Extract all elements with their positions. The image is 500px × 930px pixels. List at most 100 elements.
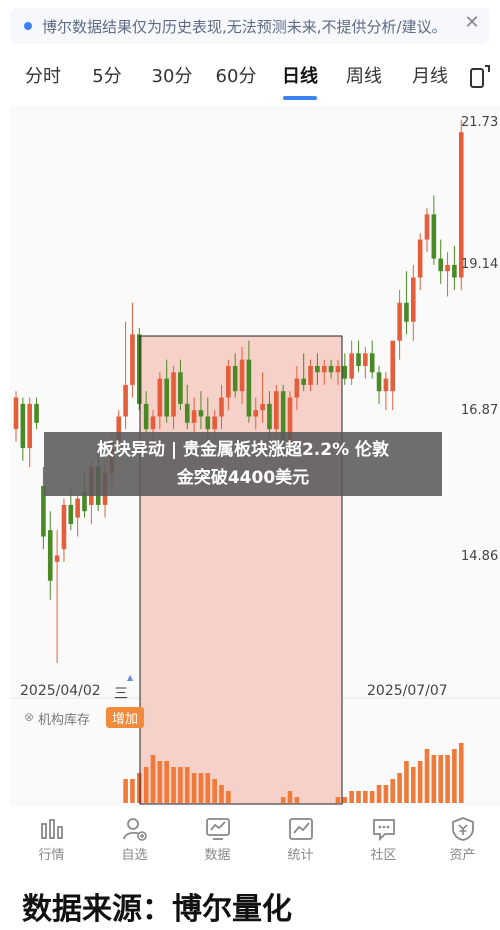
volume-bar xyxy=(363,791,368,803)
volume-bar xyxy=(164,761,169,803)
candle-body xyxy=(397,302,402,341)
nav-statistics[interactable]: 统计 xyxy=(259,808,342,870)
volume-bar xyxy=(356,791,361,803)
data-source: 数据来源：博尔量化 xyxy=(22,892,292,927)
volume-bar xyxy=(212,779,217,803)
candle-body xyxy=(438,258,443,272)
candle-body xyxy=(137,334,142,404)
candle-body xyxy=(328,365,334,373)
volume-bar xyxy=(123,779,128,803)
volume-bar xyxy=(226,791,231,803)
candle-body xyxy=(301,378,306,385)
tab-weekly[interactable]: 周线 xyxy=(338,62,390,96)
tab-daily[interactable]: 日线 xyxy=(276,62,324,96)
candle-body xyxy=(308,365,313,385)
tab-30min[interactable]: 30分 xyxy=(144,62,200,96)
price-tick: 19.14 xyxy=(461,257,499,272)
volume-bar xyxy=(458,743,464,803)
volume-bar xyxy=(137,773,142,803)
volume-bar xyxy=(369,791,375,803)
candle-body xyxy=(54,555,60,562)
candle-body xyxy=(356,353,361,366)
tab-monthly[interactable]: 月线 xyxy=(404,62,456,96)
volume-bar xyxy=(178,767,183,803)
candle-body xyxy=(239,359,245,392)
volume-bar xyxy=(280,797,286,803)
candle-body xyxy=(294,378,300,398)
candle-body xyxy=(27,403,32,449)
volume-bar xyxy=(342,797,348,803)
volume-bar xyxy=(150,755,156,803)
nav-label: 数据 xyxy=(204,848,231,863)
candle-body xyxy=(267,403,272,430)
volume-marker-icon: ▲ xyxy=(127,673,134,682)
candle-body xyxy=(205,416,211,430)
tab-60min[interactable]: 60分 xyxy=(208,62,264,96)
candle-body xyxy=(191,410,197,423)
volume-bar xyxy=(424,749,430,803)
candle-body xyxy=(184,403,190,423)
community-icon xyxy=(372,819,395,842)
volume-bar xyxy=(198,773,204,803)
candle-body xyxy=(445,264,450,272)
nav-assets[interactable]: 资产 xyxy=(421,808,500,870)
candle-body xyxy=(150,416,156,430)
volume-bar xyxy=(397,773,402,803)
volume-bar xyxy=(445,755,450,803)
candle-body xyxy=(383,378,389,392)
candle-body xyxy=(452,264,457,278)
volume-bar xyxy=(191,773,197,803)
volume-bar xyxy=(130,779,135,803)
volume-bar xyxy=(143,767,149,803)
holding-icon: ⊗ xyxy=(24,710,35,724)
volume-bar xyxy=(287,791,293,803)
holding-label: 机构库存 xyxy=(38,713,91,728)
nav-data[interactable]: 数据 xyxy=(176,808,259,870)
price-tick: 21.73 xyxy=(461,115,499,130)
candle-body xyxy=(212,416,217,430)
candle-body xyxy=(130,334,135,385)
volume-bar xyxy=(335,797,341,803)
candle-body xyxy=(34,403,39,423)
rotate-screen-icon[interactable] xyxy=(468,64,492,90)
tab-5min[interactable]: 5分 xyxy=(84,62,130,96)
candle-body xyxy=(369,353,375,373)
active-tab-indicator xyxy=(283,96,317,100)
candle-body xyxy=(143,403,149,430)
increase-badge: 增加 xyxy=(106,707,145,728)
nav-label: 社区 xyxy=(370,848,397,863)
candle-body xyxy=(417,239,423,278)
candle-body xyxy=(178,372,183,404)
nav-label: 统计 xyxy=(287,848,314,863)
volume-bar xyxy=(171,767,176,803)
nav-market[interactable]: 行情 xyxy=(10,808,93,870)
candle-body xyxy=(376,372,382,392)
candle-body xyxy=(390,340,396,392)
close-icon[interactable]: ✕ xyxy=(460,12,484,36)
candle-body xyxy=(349,353,354,379)
volume-bar xyxy=(390,779,396,803)
candle-body xyxy=(321,365,327,373)
candle-body xyxy=(411,277,416,322)
nav-community[interactable]: 社区 xyxy=(342,808,425,870)
nav-label: 资产 xyxy=(449,848,476,863)
news-headline[interactable]: 板块异动 | 贵金属板块涨超2.2% 伦敦 金突破4400美元 xyxy=(44,432,442,496)
candle-body xyxy=(260,403,265,411)
candle-body xyxy=(363,353,368,366)
headline-line-1: 板块异动 | 贵金属板块涨超2.2% 伦敦 xyxy=(96,440,390,460)
volume-bar xyxy=(452,749,457,803)
date-menu-icon[interactable]: 三 xyxy=(114,683,128,703)
volume-bar xyxy=(294,797,300,803)
candle-body xyxy=(335,365,341,373)
volume-bar xyxy=(404,761,409,803)
price-tick: 14.86 xyxy=(461,549,499,564)
nav-watchlist[interactable]: 自选 xyxy=(93,808,176,870)
tab-minute[interactable]: 分时 xyxy=(18,62,68,96)
candle-body xyxy=(424,214,430,240)
market-icon xyxy=(40,819,63,839)
bottom-nav: 行情 自选 数据 统计 社区 资产 xyxy=(0,808,500,870)
headline-line-2: 金突破4400美元 xyxy=(176,468,310,488)
candle-body xyxy=(68,504,74,524)
candle-body xyxy=(219,397,224,417)
candle-body xyxy=(123,384,128,417)
